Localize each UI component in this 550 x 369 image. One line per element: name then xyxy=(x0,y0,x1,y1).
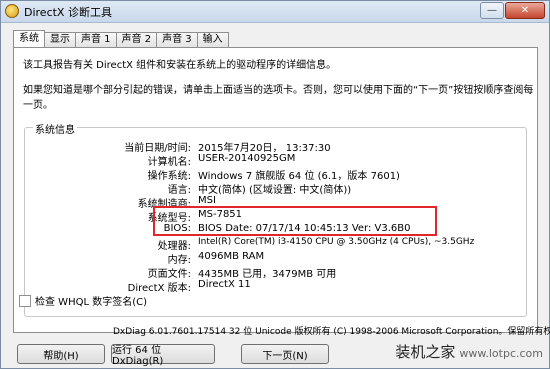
language-value: 中文(简体) (区域设置: 中文(简体)) xyxy=(198,185,352,196)
computer-name-value: USER-20140925GM xyxy=(198,153,296,164)
row-label: 内存: xyxy=(167,255,191,266)
directx-app-icon xyxy=(5,4,19,18)
annotation-highlight-box xyxy=(153,206,437,236)
intro-text-1: 该工具报告有关 DirectX 组件和安装在系统上的驱动程序的详细信息。 xyxy=(23,60,337,71)
system-info-label: 系统信息 xyxy=(33,121,77,136)
close-icon: ✕ xyxy=(520,5,530,16)
row-label: 操作系统: xyxy=(147,171,191,182)
watermark-text: 装机之家 xyxy=(395,343,456,361)
memory-value: 4096MB RAM xyxy=(198,251,265,262)
row-label: 语言: xyxy=(167,185,191,196)
row-label: 页面文件: xyxy=(147,269,191,280)
window-title: DirectX 诊断工具 xyxy=(24,6,112,19)
row-page-file: 页面文件: xyxy=(25,265,191,280)
tab-input[interactable]: 输入 xyxy=(196,32,229,47)
whql-checkbox-row[interactable]: 检查 WHQL 数字签名(C) xyxy=(19,293,147,308)
help-button[interactable]: 帮助(H) xyxy=(17,344,105,364)
row-language: 语言: xyxy=(25,181,191,196)
run-64bit-dxdiag-button[interactable]: 运行 64 位 DxDiag(R) xyxy=(111,344,215,367)
directx-diagnostic-window: DirectX 诊断工具 — ✕ 系统 显示 声音 1 声音 2 声音 3 输入… xyxy=(0,0,550,369)
system-tab-panel: 该工具报告有关 DirectX 组件和安装在系统上的驱动程序的详细信息。 如果您… xyxy=(13,47,538,333)
datetime-value: 2015年7月20日， 13:37:30 xyxy=(198,143,331,154)
watermark-url: www.lotpc.com xyxy=(459,347,543,360)
row-label: 当前日期/时间: xyxy=(124,143,191,154)
tab-sound-3[interactable]: 声音 3 xyxy=(156,32,198,47)
close-button[interactable]: ✕ xyxy=(505,2,545,19)
minimize-button[interactable]: — xyxy=(480,2,504,19)
manufacturer-value: MSI xyxy=(198,195,216,206)
window-controls: — ✕ xyxy=(479,2,545,20)
system-info-group: 系统信息 当前日期/时间: 2015年7月20日， 13:37:30 计算机名:… xyxy=(24,121,527,317)
tab-sound-2[interactable]: 声音 2 xyxy=(115,32,158,47)
row-datetime: 当前日期/时间: xyxy=(25,139,191,154)
row-directx-version: DirectX 版本: xyxy=(25,279,191,294)
row-label: 计算机名: xyxy=(147,157,191,168)
row-processor: 处理器: xyxy=(25,237,191,252)
next-page-button[interactable]: 下一页(N) xyxy=(241,344,329,364)
row-computer-name: 计算机名: xyxy=(25,153,191,168)
copyright-text: DxDiag 6.01.7601.17514 32 位 Unicode 版权所有… xyxy=(113,327,550,337)
row-label: DirectX 版本: xyxy=(127,283,191,294)
minimize-icon: — xyxy=(487,5,497,16)
os-value: Windows 7 旗舰版 64 位 (6.1，版本 7601) xyxy=(198,171,400,182)
row-memory: 内存: xyxy=(25,251,191,266)
tab-sound-1[interactable]: 声音 1 xyxy=(75,32,117,47)
title-bar: DirectX 诊断工具 — ✕ xyxy=(1,1,549,23)
intro-text-2: 如果您知道是哪个部分引起的错误，请单击上面适当的选项卡。否则，您可以使用下面的“… xyxy=(23,85,534,111)
row-os: 操作系统: xyxy=(25,167,191,182)
processor-value: Intel(R) Core(TM) i3-4150 CPU @ 3.50GHz … xyxy=(198,237,475,247)
tab-system[interactable]: 系统 xyxy=(13,30,45,47)
row-label: 处理器: xyxy=(157,241,191,252)
watermark: 装机之家 www.lotpc.com xyxy=(395,341,543,362)
directx-version-value: DirectX 11 xyxy=(198,279,251,290)
tab-display[interactable]: 显示 xyxy=(44,32,76,47)
tab-strip: 系统 显示 声音 1 声音 2 声音 3 输入 xyxy=(13,30,229,47)
page-file-value: 4435MB 已用，3479MB 可用 xyxy=(198,269,337,280)
whql-checkbox-label: 检查 WHQL 数字签名(C) xyxy=(35,297,147,308)
whql-checkbox[interactable] xyxy=(19,294,31,307)
